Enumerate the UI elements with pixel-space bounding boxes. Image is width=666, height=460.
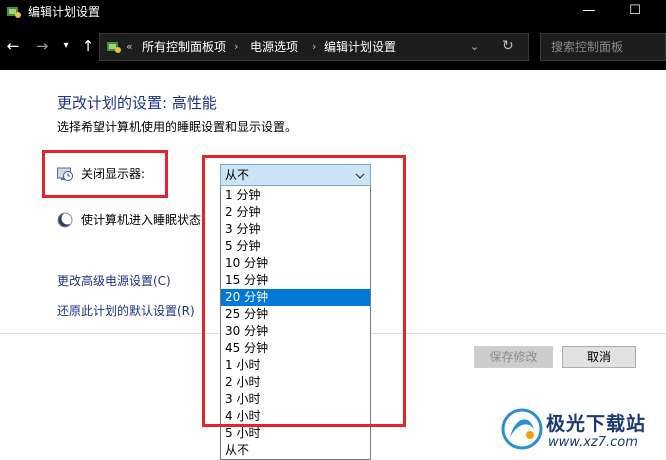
- control-panel-icon: [107, 42, 121, 53]
- annotation-highlight-box: [42, 150, 168, 198]
- refresh-icon[interactable]: ↻: [502, 38, 514, 54]
- search-input[interactable]: [541, 34, 665, 60]
- search-box[interactable]: [540, 33, 666, 61]
- minimize-button[interactable]: —: [566, 0, 612, 24]
- page-title: 更改计划的设置: 高性能: [57, 94, 217, 112]
- breadcrumb-edit-plan-settings[interactable]: 编辑计划设置: [324, 40, 396, 54]
- breadcrumb-separator[interactable]: ›: [234, 40, 238, 54]
- dropdown-option[interactable]: 5 小时: [221, 425, 370, 442]
- forward-arrow-icon[interactable]: →: [32, 36, 52, 56]
- page-subtitle: 选择希望计算机使用的睡眠设置和显示设置。: [57, 120, 298, 134]
- advanced-power-settings-link[interactable]: 更改高级电源设置(C): [57, 272, 171, 289]
- save-changes-button[interactable]: 保存修改: [474, 346, 553, 368]
- annotation-highlight-box: [202, 155, 406, 427]
- control-panel-icon: [7, 7, 21, 18]
- watermark: 极光下载站 www.xz7.com: [500, 405, 660, 457]
- address-dropdown-chevron-icon[interactable]: ⌄: [470, 40, 479, 53]
- moon-icon: [57, 212, 73, 228]
- cancel-button[interactable]: 取消: [562, 346, 636, 368]
- navigation-bar: ← → ▾ ↑ « 所有控制面板项 › 电源选项 › 编辑计划设置 ⌄ ↻: [0, 24, 666, 70]
- address-bar[interactable]: « 所有控制面板项 › 电源选项 › 编辑计划设置 ⌄ ↻: [99, 33, 529, 61]
- recent-locations-chevron-icon[interactable]: ▾: [56, 36, 76, 56]
- dropdown-option[interactable]: 从不: [221, 442, 370, 459]
- watermark-url: www.xz7.com: [548, 435, 638, 450]
- back-arrow-icon[interactable]: ←: [3, 36, 23, 56]
- breadcrumb-overflow[interactable]: «: [126, 40, 133, 54]
- restore-defaults-link[interactable]: 还原此计划的默认设置(R): [57, 302, 195, 319]
- title-bar: 编辑计划设置 — ☐: [0, 0, 666, 24]
- up-arrow-icon[interactable]: ↑: [78, 36, 98, 56]
- breadcrumb-power-options[interactable]: 电源选项: [250, 40, 298, 54]
- site-logo-icon: [501, 408, 543, 450]
- breadcrumb-separator[interactable]: ›: [312, 40, 316, 54]
- breadcrumb-all-control-panel-items[interactable]: 所有控制面板项: [142, 40, 226, 54]
- maximize-button[interactable]: ☐: [612, 0, 658, 24]
- window-title: 编辑计划设置: [28, 5, 101, 19]
- watermark-site-name: 极光下载站: [546, 413, 647, 435]
